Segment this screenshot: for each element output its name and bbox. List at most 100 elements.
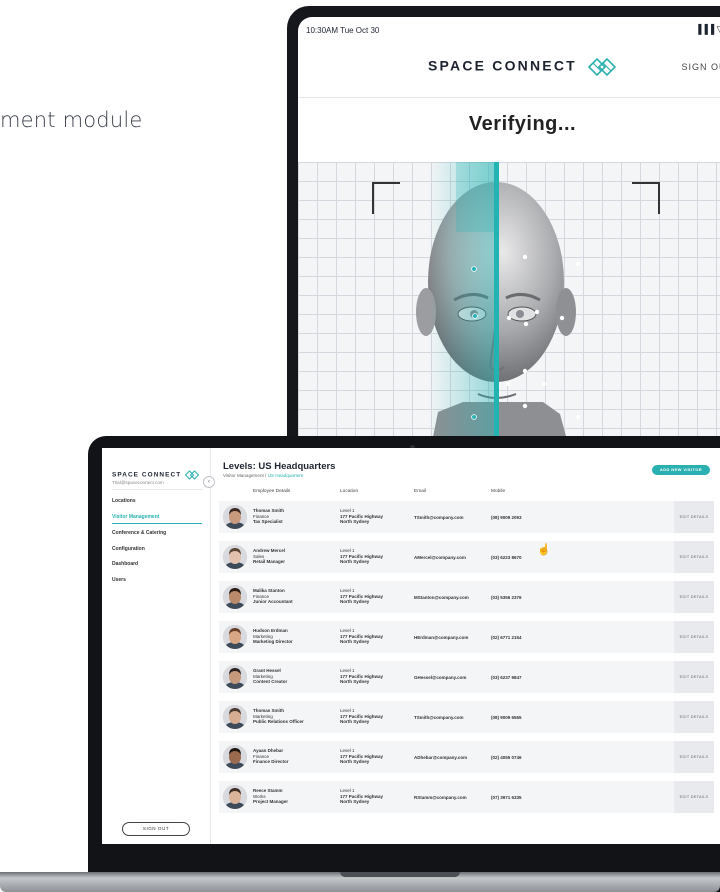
employee-details: Reece Stamm Works Project Manager	[253, 788, 288, 805]
edit-details-button[interactable]: EDIT DETAILS	[674, 501, 714, 533]
column-header-mobile: Mobile	[491, 489, 506, 494]
table-row[interactable]: Ayaan Dhebar Finance Finance Director Le…	[219, 741, 714, 773]
email-text: TSmith@company.com	[414, 515, 464, 520]
mobile-text: (07) 3971 6335	[491, 795, 522, 800]
employee-details: Hudson Erdman Marketing Marketing Direct…	[253, 628, 293, 645]
table-row[interactable]: Grant Hessel Marketing Content Creator L…	[219, 661, 714, 693]
sidebar-item-locations[interactable]: Locations	[112, 495, 202, 511]
brand-name: SPACE CONNECT	[428, 57, 577, 74]
status-time: 10:30AM Tue Oct 30	[306, 26, 380, 35]
edit-details-button[interactable]: EDIT DETAILS	[674, 541, 714, 573]
brand-name: SPACE CONNECT	[112, 471, 182, 479]
edit-details-button[interactable]: EDIT DETAILS	[674, 661, 714, 693]
table-row[interactable]: Thomas Smith Marketing Public Relations …	[219, 701, 714, 733]
sidebar-item-dashboard[interactable]: Dashboard	[112, 558, 202, 574]
employee-mobile: (02) 4055 0746	[491, 755, 522, 760]
employee-role: Finance Director	[253, 759, 289, 765]
avatar	[223, 625, 247, 649]
location-city: North Sydney	[340, 559, 370, 565]
column-header-location: Location	[340, 489, 359, 494]
employee-location: Level 1 177 Pacific Highway North Sydney	[340, 588, 383, 605]
page-title: Levels: US Headquarters	[223, 461, 336, 472]
caption-text: ment module	[0, 108, 143, 132]
table-row[interactable]: Thomas Smith Finance Tax Specialist Leve…	[219, 501, 714, 533]
employee-email: MStanton@company.com	[414, 595, 469, 600]
employee-details: Ayaan Dhebar Finance Finance Director	[253, 748, 289, 765]
tablet-brand: SPACE CONNECT	[298, 57, 720, 77]
sidebar-divider	[112, 489, 202, 490]
main-content: Levels: US Headquarters Visitor Manageme…	[211, 448, 720, 844]
mobile-text: (08) 9009 2093	[491, 515, 522, 520]
avatar	[223, 545, 247, 569]
laptop-base-notch	[340, 872, 460, 877]
edit-details-button[interactable]: EDIT DETAILS	[674, 781, 714, 813]
email-text: ADhebar@company.com	[414, 755, 468, 760]
edit-details-button[interactable]: EDIT DETAILS	[674, 741, 714, 773]
employee-name: Malika Stanton	[253, 588, 285, 593]
location-street: 177 Pacific Highway	[340, 513, 384, 519]
employee-location: Level 1 177 Pacific Highway North Sydney	[340, 508, 383, 525]
employee-location: Level 1 177 Pacific Highway North Sydney	[340, 708, 383, 725]
location-street: 177 Pacific Highway	[340, 793, 384, 799]
employee-department: Works	[253, 793, 266, 799]
mobile-text: (08) 9009 6565	[491, 715, 522, 720]
sidebar-sign-out-button[interactable]: SIGN OUT	[122, 822, 190, 836]
employee-department: Sales	[253, 553, 265, 559]
face-scan-area	[298, 162, 720, 476]
table-row[interactable]: Malika Stanton Finance Junior Accountant…	[219, 581, 714, 613]
employee-details: Malika Stanton Finance Junior Accountant	[253, 588, 293, 605]
location-level: Level 1	[340, 548, 355, 553]
employee-location: Level 1 177 Pacific Highway North Sydney	[340, 788, 383, 805]
mobile-text: (03) 6237 9847	[491, 675, 522, 680]
location-city: North Sydney	[340, 759, 370, 765]
table-row[interactable]: Reece Stamm Works Project Manager Level …	[219, 781, 714, 813]
location-street: 177 Pacific Highway	[340, 593, 384, 599]
sidebar-item-conference-catering[interactable]: Conference & Catering	[112, 527, 202, 543]
add-new-visitor-button[interactable]: ADD NEW VISITOR	[652, 465, 710, 475]
employee-role: Junior Accountant	[253, 599, 293, 605]
sidebar-nav: Locations Visitor Management Conference …	[112, 495, 202, 589]
location-level: Level 1	[340, 628, 355, 633]
employee-name: Thomas Smith	[253, 708, 285, 713]
column-header-employee: Employee Details	[253, 489, 291, 494]
breadcrumb-current: US Headquarters	[267, 473, 304, 478]
avatar	[223, 665, 247, 689]
table-row[interactable]: Hudson Erdman Marketing Marketing Direct…	[219, 621, 714, 653]
hand-cursor-icon: ☝	[537, 544, 551, 556]
employee-mobile: (08) 9009 6565	[491, 715, 522, 720]
sidebar-item-configuration[interactable]: Configuration	[112, 543, 202, 559]
edit-details-button[interactable]: EDIT DETAILS	[674, 581, 714, 613]
mobile-text: (02) 6771 2154	[491, 635, 522, 640]
employee-email: AMercel@company.com	[414, 555, 466, 560]
edit-details-button[interactable]: EDIT DETAILS	[674, 701, 714, 733]
employee-name: Reece Stamm	[253, 788, 283, 793]
email-text: GHessel@company.com	[414, 675, 467, 680]
laptop-device: SPACE CONNECT Trial@spaceconnect.com ‹ L…	[88, 436, 720, 892]
column-header-email: Email	[414, 489, 426, 494]
edit-details-button[interactable]: EDIT DETAILS	[674, 621, 714, 653]
employee-table: Thomas Smith Finance Tax Specialist Leve…	[219, 501, 714, 821]
location-city: North Sydney	[340, 519, 370, 525]
tablet-screen: 10:30AM Tue Oct 30 ▐▐▐ ▽ ▬ SPACE CONNECT…	[298, 17, 720, 476]
face-scan-illustration	[416, 162, 581, 462]
location-level: Level 1	[340, 588, 355, 593]
mobile-text: (03) 6223 8670	[491, 555, 522, 560]
email-text: RStamm@company.com	[414, 795, 467, 800]
employee-name: Andrew Mercel	[253, 548, 286, 553]
tablet-sign-out-button[interactable]: SIGN OUT	[681, 62, 720, 72]
location-street: 177 Pacific Highway	[340, 553, 384, 559]
employee-department: Marketing	[253, 673, 273, 679]
employee-mobile: (03) 6223 8670	[491, 555, 522, 560]
brand-logo-icon	[184, 470, 200, 480]
employee-role: Project Manager	[253, 799, 289, 805]
breadcrumb-root[interactable]: Visitor Management	[223, 473, 264, 478]
mobile-text: (02) 4055 0746	[491, 755, 522, 760]
user-email: Trial@spaceconnect.com	[112, 480, 164, 485]
sidebar-item-users[interactable]: Users	[112, 574, 202, 590]
sidebar-item-visitor-management[interactable]: Visitor Management	[112, 511, 202, 524]
employee-department: Finance	[253, 593, 270, 599]
table-row[interactable]: Andrew Mercel Sales Retail Manager Level…	[219, 541, 714, 573]
employee-department: Marketing	[253, 713, 273, 719]
employee-mobile: (03) 5356 2376	[491, 595, 522, 600]
employee-email: GHessel@company.com	[414, 675, 466, 680]
